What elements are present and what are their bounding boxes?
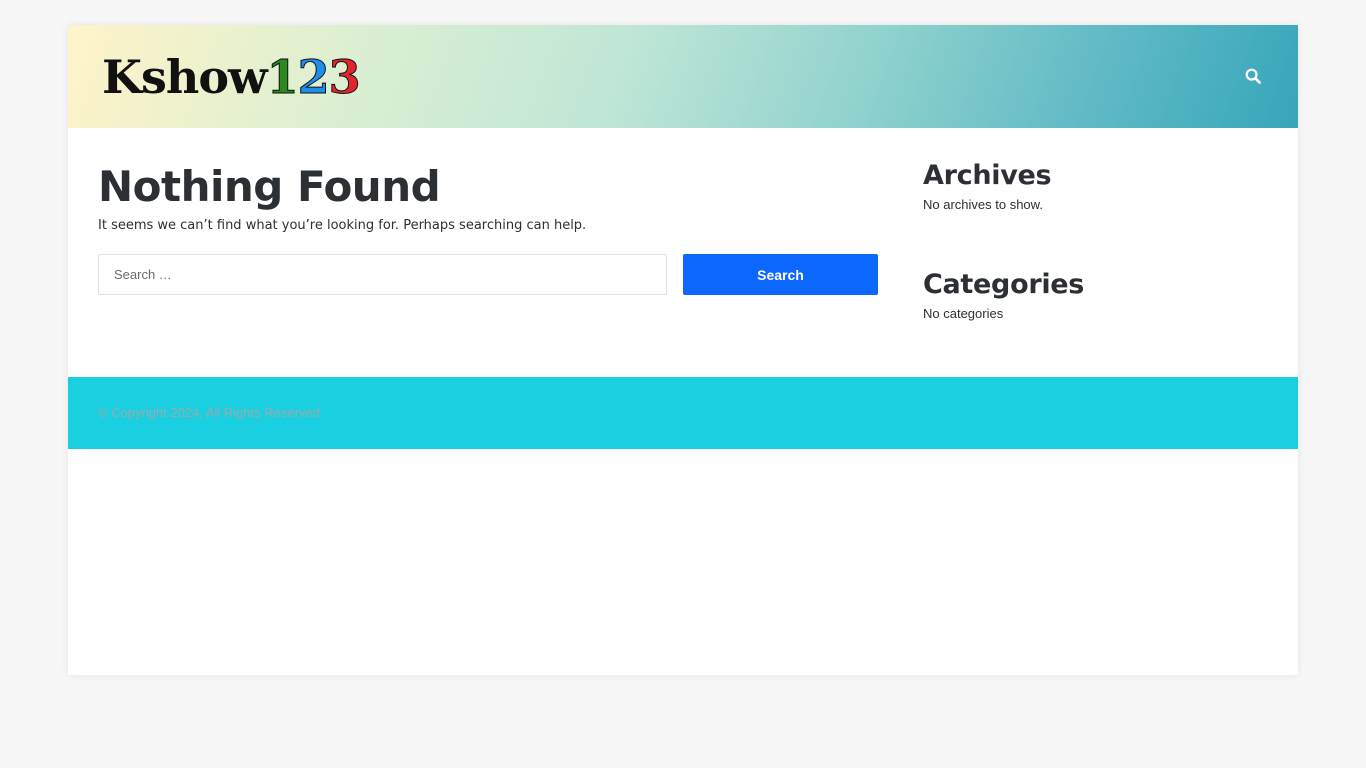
site-logo[interactable]: Kshow 1 2 3 — [102, 47, 361, 107]
archives-empty-text: No archives to show. — [923, 197, 1043, 212]
logo-text: Kshow — [102, 50, 268, 104]
logo-digit-three: 3 — [328, 50, 361, 105]
categories-widget: Categories No categories — [923, 268, 1268, 322]
categories-empty-text: No categories — [923, 306, 1004, 321]
categories-title: Categories — [923, 269, 1085, 300]
logo-digit-one: 1 — [266, 50, 299, 105]
sidebar: Archives No archives to show. Categories… — [923, 159, 1268, 322]
page-title: Nothing Found — [98, 162, 441, 211]
site-footer: © Copyright 2024, All Rights Reserved — [68, 377, 1298, 449]
site-header: Kshow 1 2 3 — [68, 25, 1298, 128]
copyright-text: © Copyright 2024, All Rights Reserved — [98, 405, 321, 420]
archives-widget: Archives No archives to show. — [923, 159, 1268, 213]
archives-title: Archives — [923, 160, 1052, 191]
header-search-button[interactable] — [1241, 64, 1265, 88]
logo-digit-two: 2 — [297, 50, 330, 105]
search-form: Search — [98, 254, 878, 295]
main-content: Nothing Found It seems we can’t find wha… — [98, 162, 878, 295]
search-icon — [1245, 68, 1261, 84]
search-input[interactable] — [98, 254, 667, 295]
search-button[interactable]: Search — [683, 254, 878, 295]
page-description: It seems we can’t find what you’re looki… — [98, 218, 587, 233]
page-wrapper: Kshow 1 2 3 Nothing Found It seems we can’t… — [68, 25, 1298, 675]
